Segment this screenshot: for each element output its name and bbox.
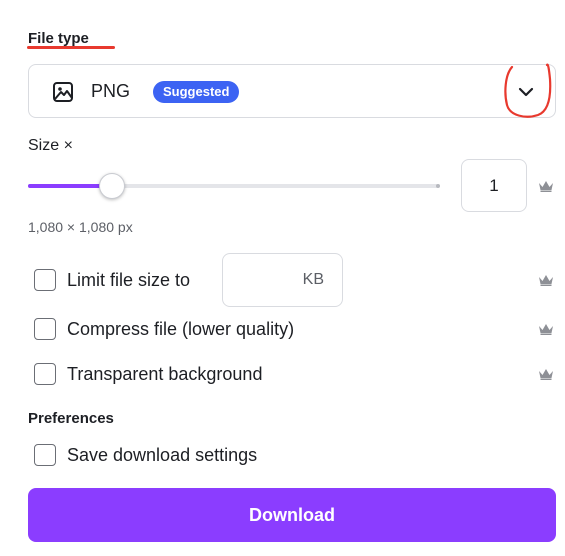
slider-thumb[interactable] <box>99 173 125 199</box>
transparent-background-label: Transparent background <box>67 364 263 384</box>
size-label: Size × <box>28 137 73 154</box>
file-type-dropdown[interactable]: PNG Suggested <box>28 63 556 118</box>
suggested-badge: Suggested <box>153 81 240 103</box>
limit-file-size-label: Limit file size to <box>67 270 191 290</box>
crown-icon <box>539 181 553 192</box>
crown-icon <box>539 369 553 380</box>
file-type-value: PNG <box>91 81 131 101</box>
compress-file-label: Compress file (lower quality) <box>67 319 295 339</box>
dimensions-text: 1,080 × 1,080 px <box>28 219 133 235</box>
kb-unit: KB <box>302 271 324 288</box>
file-type-title: File type <box>28 30 89 47</box>
file-size-field[interactable]: KB <box>222 253 343 307</box>
compress-file-checkbox[interactable] <box>34 318 56 340</box>
crown-icon <box>539 324 553 335</box>
save-settings-checkbox[interactable] <box>34 444 56 466</box>
save-settings-label: Save download settings <box>67 445 258 465</box>
slider-fill <box>28 184 110 188</box>
annotation-underline <box>27 46 115 49</box>
file-size-input[interactable] <box>231 268 295 294</box>
download-button[interactable]: Download <box>28 488 556 542</box>
transparent-background-checkbox[interactable] <box>34 363 56 385</box>
slider-end-dot <box>436 184 440 188</box>
preferences-title: Preferences <box>28 410 114 427</box>
limit-file-size-checkbox[interactable] <box>34 269 56 291</box>
crown-icon <box>539 275 553 286</box>
chevron-down-icon[interactable] <box>517 83 535 101</box>
size-input[interactable] <box>461 159 527 212</box>
image-icon <box>53 82 73 102</box>
size-slider[interactable] <box>28 184 440 188</box>
